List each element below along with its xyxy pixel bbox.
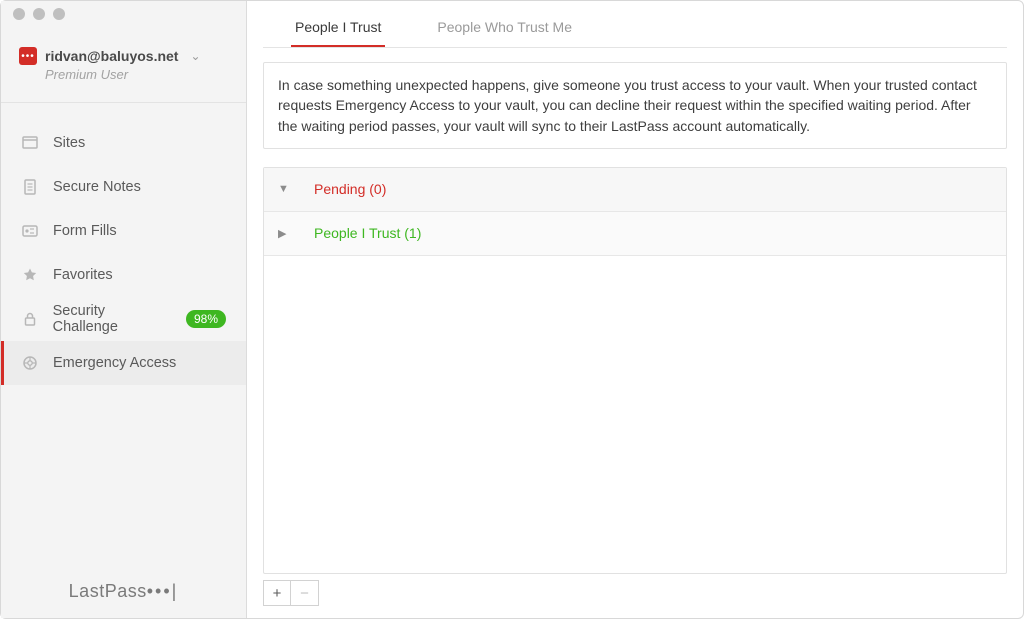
maximize-icon[interactable] (53, 8, 65, 20)
close-icon[interactable] (13, 8, 25, 20)
sidebar-item-label: Emergency Access (53, 355, 176, 371)
remove-button[interactable]: − (291, 580, 319, 606)
add-button[interactable]: + (263, 580, 291, 606)
sites-icon (21, 135, 39, 151)
account-tier: Premium User (45, 67, 228, 82)
group-trusted-label: People I Trust (1) (314, 225, 421, 241)
tab-bar: People I Trust People Who Trust Me (291, 7, 1007, 48)
tab-divider (263, 47, 1007, 48)
sidebar-item-secure-notes[interactable]: Secure Notes (1, 165, 246, 209)
sidebar-item-label: Form Fills (53, 223, 117, 239)
window-controls (13, 8, 65, 20)
security-badge: 98% (186, 310, 226, 328)
main-panel: People I Trust People Who Trust Me In ca… (247, 1, 1023, 618)
tab-people-who-trust-me[interactable]: People Who Trust Me (433, 7, 576, 48)
notes-icon (21, 179, 39, 195)
sidebar-item-label: Sites (53, 135, 85, 151)
sidebar-item-favorites[interactable]: Favorites (1, 253, 246, 297)
star-icon (21, 267, 39, 283)
form-fills-icon (21, 223, 39, 239)
group-pending[interactable]: ▼ Pending (0) (264, 168, 1006, 212)
brand-logo: LastPass•••| (1, 567, 246, 618)
account-block[interactable]: ••• ridvan@baluyos.net ⌄ Premium User (1, 41, 246, 103)
list-empty-area (264, 256, 1006, 573)
chevron-down-icon: ▼ (278, 183, 292, 195)
sidebar-item-label: Secure Notes (53, 179, 141, 195)
minimize-icon[interactable] (33, 8, 45, 20)
group-people-i-trust[interactable]: ▶ People I Trust (1) (264, 212, 1006, 256)
tab-people-i-trust[interactable]: People I Trust (291, 7, 385, 48)
sidebar: ••• ridvan@baluyos.net ⌄ Premium User Si… (1, 1, 247, 618)
sidebar-nav: Sites Secure Notes Form Fills (1, 103, 246, 567)
sidebar-item-security-challenge[interactable]: Security Challenge 98% (1, 297, 246, 341)
app-window: ••• ridvan@baluyos.net ⌄ Premium User Si… (0, 0, 1024, 619)
sidebar-item-emergency-access[interactable]: Emergency Access (1, 341, 246, 385)
chevron-down-icon: ⌄ (190, 49, 200, 63)
lock-icon (21, 311, 39, 327)
contacts-list: ▼ Pending (0) ▶ People I Trust (1) (263, 167, 1007, 574)
sidebar-item-sites[interactable]: Sites (1, 121, 246, 165)
group-pending-label: Pending (0) (314, 181, 386, 197)
account-email: ridvan@baluyos.net (45, 48, 178, 64)
lifebuoy-icon (21, 355, 39, 371)
list-action-row: + − (263, 580, 1007, 606)
sidebar-item-form-fills[interactable]: Form Fills (1, 209, 246, 253)
sidebar-item-label: Security Challenge (53, 303, 172, 335)
description-text: In case something unexpected happens, gi… (263, 62, 1007, 149)
chevron-right-icon: ▶ (278, 227, 292, 240)
sidebar-item-label: Favorites (53, 267, 113, 283)
lastpass-icon: ••• (19, 47, 37, 65)
